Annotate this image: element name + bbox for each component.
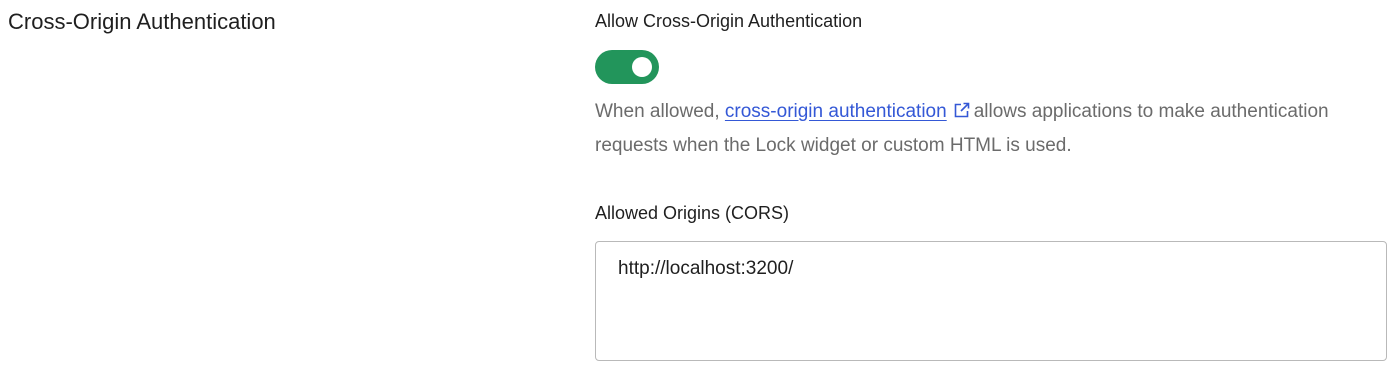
toggle-knob <box>632 57 652 77</box>
help-prefix: When allowed, <box>595 101 725 122</box>
cross-origin-authentication-link[interactable]: cross-origin authentication <box>725 101 947 122</box>
allowed-origins-textarea[interactable]: http://localhost:3200/ <box>595 241 1387 361</box>
allowed-origins-label: Allowed Origins (CORS) <box>595 203 790 223</box>
allow-cross-origin-toggle[interactable] <box>595 50 659 84</box>
cross-origin-help-text: When allowed, cross-origin authenticatio… <box>595 96 1355 162</box>
allow-cross-origin-label: Allow Cross-Origin Authentication <box>595 11 863 31</box>
cross-origin-settings-page: Cross-Origin Authentication Allow Cross-… <box>0 0 1400 368</box>
section-title: Cross-Origin Authentication <box>8 9 276 34</box>
external-link-icon[interactable] <box>953 98 970 130</box>
